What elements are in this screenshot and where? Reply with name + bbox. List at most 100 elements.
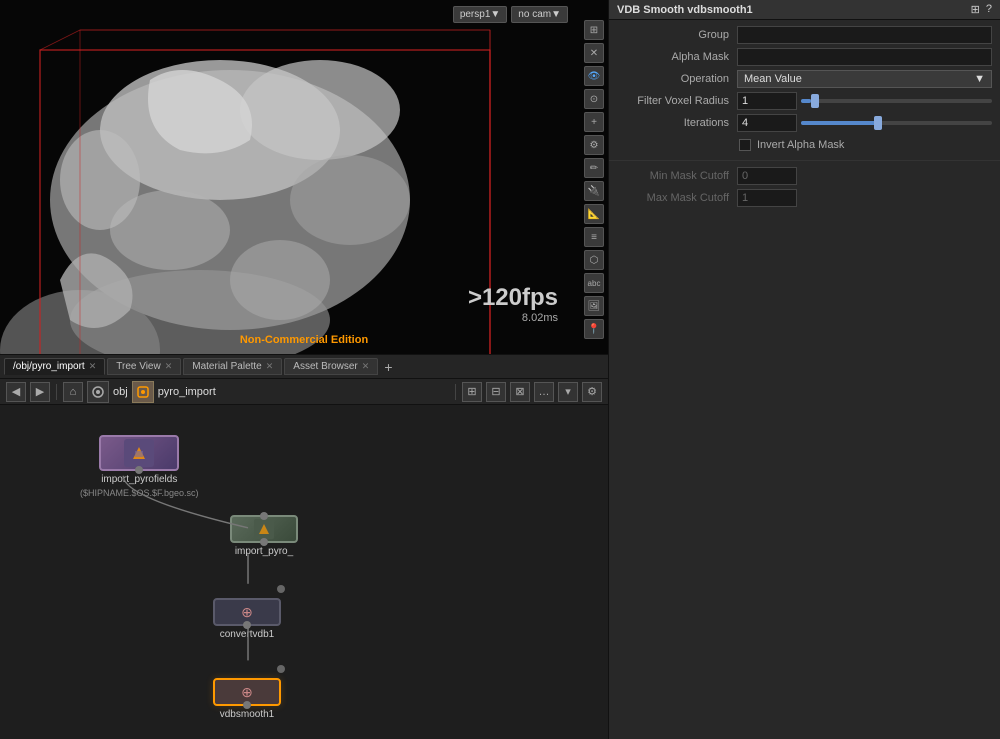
layout-cols-icon[interactable]: ⊟: [486, 382, 506, 402]
tab-tree-view-label: Tree View: [116, 361, 160, 372]
param-alpha-mask-value: [737, 48, 992, 66]
param-row-alpha-mask: Alpha Mask: [609, 46, 1000, 68]
settings-icon[interactable]: ⚙: [582, 382, 602, 402]
tab-asset-browser-label: Asset Browser: [293, 361, 357, 372]
param-operation-text: Mean Value: [744, 73, 802, 85]
node-import-pyrofields-sublabel: ($HIPNAME.$OS.$F.bgeo.sc): [80, 488, 199, 498]
measure-icon[interactable]: 📐: [584, 204, 604, 224]
close-icon[interactable]: ✕: [584, 43, 604, 63]
param-filter-voxel-slider[interactable]: [801, 99, 992, 103]
non-commercial-label: Non-Commercial Edition: [240, 334, 368, 346]
pyro-import-breadcrumb-icon[interactable]: [132, 381, 154, 403]
tab-asset-browser-close[interactable]: ✕: [362, 361, 370, 372]
param-row-min-mask: Min Mask Cutoff: [609, 165, 1000, 187]
param-max-mask-input[interactable]: [737, 189, 797, 207]
obj-icon[interactable]: [87, 381, 109, 403]
param-row-invert-alpha: Invert Alpha Mask: [609, 134, 1000, 156]
pin-icon[interactable]: 📍: [584, 319, 604, 339]
node-convertvdb-input: [277, 585, 285, 593]
node-output-bottom: [260, 538, 268, 546]
dots-icon[interactable]: …: [534, 382, 554, 402]
param-iterations-value: [737, 114, 992, 132]
node-import-pyro2[interactable]: import_pyro_: [230, 515, 298, 557]
param-group-value: [737, 26, 992, 44]
camera-selector[interactable]: persp1▼: [453, 6, 507, 23]
node-import-pyro2-label: import_pyro_: [235, 546, 293, 557]
param-help-icon[interactable]: ?: [986, 3, 992, 16]
node-convertvdb-output: [243, 621, 251, 629]
param-divider: [609, 160, 1000, 161]
param-alpha-mask-input[interactable]: [737, 48, 992, 66]
param-filter-voxel-value: [737, 92, 992, 110]
node-import-pyrofields[interactable]: import_pyrofields ($HIPNAME.$OS.$F.bgeo.…: [80, 435, 199, 498]
tab-tree-view[interactable]: Tree View ✕: [107, 358, 181, 375]
node-convertvdb[interactable]: ⊕ convertvdb1: [213, 585, 281, 640]
connect-icon[interactable]: 🔌: [584, 181, 604, 201]
image-icon[interactable]: 🖼: [584, 296, 604, 316]
hex-icon[interactable]: ⬡: [584, 250, 604, 270]
nav-forward-button[interactable]: ▶: [30, 382, 50, 402]
param-panel-title: VDB Smooth vdbsmooth1: [617, 4, 753, 16]
layout-grid-icon[interactable]: ⊞: [462, 382, 482, 402]
grid-icon[interactable]: ≡: [584, 227, 604, 247]
node-vdbsmooth-output: [243, 701, 251, 709]
param-header-icons: ⊞ ?: [971, 3, 992, 16]
tab-pyro-import-close[interactable]: ✕: [89, 361, 97, 372]
breadcrumb-obj[interactable]: obj: [113, 386, 128, 398]
node-convertvdb-label: convertvdb1: [220, 629, 274, 640]
param-alpha-mask-label: Alpha Mask: [617, 51, 737, 63]
param-row-filter-voxel: Filter Voxel Radius: [609, 90, 1000, 112]
tab-material-palette-close[interactable]: ✕: [266, 361, 274, 372]
home-button[interactable]: ⌂: [63, 382, 83, 402]
param-max-mask-value: [737, 189, 992, 207]
nav-back-button[interactable]: ◀: [6, 382, 26, 402]
fps-display: >120fps 8.02ms: [468, 284, 558, 324]
param-iterations-slider[interactable]: [801, 121, 992, 125]
frame-time: 8.02ms: [468, 312, 558, 324]
viewport-3d[interactable]: persp1▼ no cam▼ ⊞ ✕ 👁 ⊙ + ⚙ ✏ 🔌 📐 ≡ ⬡ ab…: [0, 0, 608, 354]
display-options[interactable]: no cam▼: [511, 6, 568, 23]
toolbar-separator-2: [455, 384, 456, 400]
param-panel: Group Alpha Mask Operation Mean Value: [609, 20, 1000, 739]
snap-icon[interactable]: ⊙: [584, 89, 604, 109]
node-editor-tabs: /obj/pyro_import ✕ Tree View ✕ Material …: [0, 355, 608, 379]
param-invert-alpha-label: Invert Alpha Mask: [757, 139, 844, 151]
node-canvas[interactable]: import_pyrofields ($HIPNAME.$OS.$F.bgeo.…: [0, 405, 608, 739]
add-icon[interactable]: +: [584, 112, 604, 132]
param-group-input[interactable]: [737, 26, 992, 44]
tab-tree-view-close[interactable]: ✕: [165, 361, 173, 372]
more-options-icon[interactable]: ▾: [558, 382, 578, 402]
viewport-settings-icon[interactable]: 👁: [584, 66, 604, 86]
render-icon[interactable]: ⚙: [584, 135, 604, 155]
node-editor-toolbar: ◀ ▶ ⌂ obj pyro_import ⊞ ⊟: [0, 379, 608, 405]
param-min-mask-label: Min Mask Cutoff: [617, 170, 737, 182]
maximize-icon[interactable]: ⊞: [584, 20, 604, 40]
breadcrumb-child[interactable]: pyro_import: [158, 386, 216, 398]
param-row-max-mask: Max Mask Cutoff: [609, 187, 1000, 209]
param-iterations-input[interactable]: [737, 114, 797, 132]
node-output-connector: [135, 466, 143, 474]
tab-pyro-import[interactable]: /obj/pyro_import ✕: [4, 358, 105, 375]
param-operation-value[interactable]: Mean Value ▼: [737, 70, 992, 88]
param-operation-dropdown[interactable]: Mean Value ▼: [737, 70, 992, 88]
viewport-side-toolbar: ⊞ ✕ 👁 ⊙ + ⚙ ✏ 🔌 📐 ≡ ⬡ abc 🖼 📍: [584, 20, 604, 339]
viewport-controls: persp1▼ no cam▼: [453, 6, 568, 23]
tab-material-palette[interactable]: Material Palette ✕: [183, 358, 282, 375]
tab-pyro-import-label: /obj/pyro_import: [13, 361, 85, 372]
param-min-mask-input[interactable]: [737, 167, 797, 185]
node-editor: /obj/pyro_import ✕ Tree View ✕ Material …: [0, 354, 608, 739]
param-group-label: Group: [617, 29, 737, 41]
param-expand-icon[interactable]: ⊞: [971, 3, 980, 16]
param-min-mask-value: [737, 167, 992, 185]
tab-add-button[interactable]: +: [380, 359, 396, 375]
node-vdbsmooth-label: vdbsmooth1: [220, 709, 274, 720]
node-vdbsmooth[interactable]: ⊕ vdbsmooth1: [213, 665, 281, 720]
param-row-iterations: Iterations: [609, 112, 1000, 134]
param-filter-voxel-input[interactable]: [737, 92, 797, 110]
edit-icon[interactable]: ✏: [584, 158, 604, 178]
param-invert-alpha-checkbox[interactable]: [739, 139, 751, 151]
layout-rows-icon[interactable]: ⊠: [510, 382, 530, 402]
tab-asset-browser[interactable]: Asset Browser ✕: [284, 358, 378, 375]
param-row-group: Group: [609, 24, 1000, 46]
text-icon[interactable]: abc: [584, 273, 604, 293]
